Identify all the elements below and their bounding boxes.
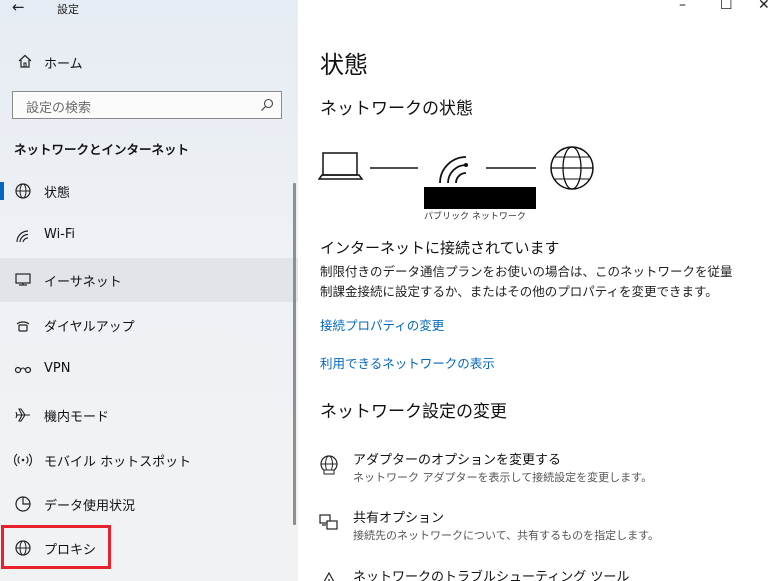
data-usage-icon <box>15 496 31 512</box>
dialup-icon <box>16 321 30 332</box>
option-title: アダプターのオプションを変更する <box>353 453 562 468</box>
app-title: 設定 <box>57 3 79 16</box>
sidebar-item-status[interactable]: 状態 <box>0 169 298 213</box>
sidebar-item-label: VPN <box>44 361 71 376</box>
page-title: 状態 <box>320 51 368 79</box>
wifi-signal-icon <box>439 156 468 184</box>
network-diagram-graphic <box>317 146 594 190</box>
connection-properties-link[interactable]: 接続プロパティの変更 <box>320 315 444 334</box>
sidebar-item-vpn[interactable]: VPN <box>0 348 298 392</box>
sidebar-item-label: イーサネット <box>44 275 122 290</box>
search-placeholder: 設定の検索 <box>26 101 92 116</box>
vpn-icon <box>14 366 32 374</box>
sidebar-item-label: データ使用状況 <box>44 499 136 514</box>
ethernet-icon <box>15 273 31 286</box>
troubleshooter-item[interactable]: ネットワークのトラブルシューティング ツール <box>318 566 738 581</box>
internet-globe-icon <box>550 146 594 190</box>
sidebar-item-airplane[interactable]: 機内モード <box>0 393 298 437</box>
hotspot-icon <box>14 453 32 467</box>
network-type-label: パブリック ネットワーク <box>424 212 526 222</box>
troubleshoot-icon <box>323 571 335 581</box>
sidebar-scrollbar[interactable] <box>293 183 296 525</box>
sidebar-item-ethernet[interactable]: イーサネット <box>0 258 298 302</box>
back-arrow-icon[interactable]: ← <box>12 0 25 16</box>
option-title: 共有オプション <box>353 511 445 526</box>
search-input[interactable]: 設定の検索 <box>12 91 282 119</box>
sidebar-item-label: 機内モード <box>44 410 110 425</box>
home-link[interactable]: ホーム <box>0 46 298 78</box>
network-name-redacted <box>424 187 536 209</box>
sidebar-item-label: モバイル ホットスポット <box>44 455 192 470</box>
close-button[interactable]: ✕ <box>758 0 768 13</box>
search-icon <box>261 98 274 111</box>
sidebar-item-wifi[interactable]: Wi-Fi <box>0 214 298 258</box>
airplane-icon <box>15 408 30 422</box>
network-diagram: パブリック ネットワーク <box>317 143 608 223</box>
sidebar-item-label: Wi-Fi <box>44 227 76 242</box>
option-desc: 接続先のネットワークについて、共有するものを指定します。 <box>353 529 660 542</box>
sidebar-item-dialup[interactable]: ダイヤルアップ <box>0 303 298 347</box>
section-title: ネットワークとインターネット <box>14 142 190 157</box>
connection-status-desc: 制限付きのデータ通信プランをお使いの場合は、このネットワークを従量 制課金接続に… <box>320 262 760 302</box>
laptop-icon <box>317 152 364 180</box>
home-icon <box>18 54 32 68</box>
adapter-icon <box>320 455 338 475</box>
highlight-annotation <box>1 525 111 569</box>
adapter-options-item[interactable]: アダプターのオプションを変更する ネットワーク アダプターを表示して接続設定を変… <box>318 449 738 493</box>
minimize-button[interactable]: – <box>679 0 686 13</box>
sidebar-item-label: ダイヤルアップ <box>44 320 135 335</box>
option-desc: ネットワーク アダプターを表示して接続設定を変更します。 <box>353 471 653 484</box>
option-title: ネットワークのトラブルシューティング ツール <box>353 570 630 581</box>
sharing-icon <box>319 514 338 530</box>
connection-status-title: インターネットに接続されています <box>320 239 560 257</box>
available-networks-link[interactable]: 利用できるネットワークの表示 <box>320 353 495 372</box>
connection-desc-line1: 制限付きのデータ通信プランをお使いの場合は、このネットワークを従量 <box>320 264 733 279</box>
network-status-heading: ネットワークの状態 <box>320 99 473 119</box>
sidebar-item-data-usage[interactable]: データ使用状況 <box>0 482 298 526</box>
maximize-button[interactable]: ☐ <box>720 0 733 13</box>
main-content: – ☐ ✕ 状態 ネットワークの状態 パブリック ネットワーク インターネットに… <box>298 0 768 581</box>
wifi-icon <box>16 230 29 243</box>
title-bar: ← 設定 <box>0 0 298 20</box>
change-settings-heading: ネットワーク設定の変更 <box>320 402 507 422</box>
sidebar-item-hotspot[interactable]: モバイル ホットスポット <box>0 438 298 482</box>
status-globe-icon <box>15 183 31 199</box>
connection-desc-line2: 制課金接続に設定するか、またはその他のプロパティを変更できます。 <box>320 284 718 299</box>
home-label: ホーム <box>44 57 83 72</box>
sharing-options-item[interactable]: 共有オプション 接続先のネットワークについて、共有するものを指定します。 <box>318 507 738 551</box>
sidebar-item-label: 状態 <box>44 186 71 201</box>
sidebar: ← 設定 ホーム 設定の検索 ネットワークとインターネット 状態 Wi-Fi イ… <box>0 0 298 581</box>
